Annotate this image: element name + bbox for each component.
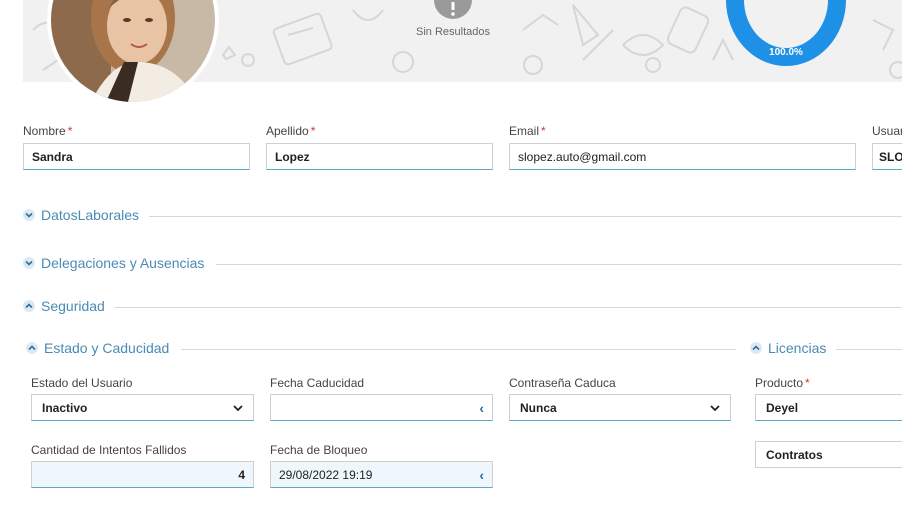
fecha-bloqueo-label: Fecha de Bloqueo — [270, 443, 368, 457]
divider — [836, 349, 902, 350]
chevron-up-icon — [23, 300, 35, 312]
apellido-label: Apellido * — [266, 124, 316, 138]
nombre-value: Sandra — [32, 149, 73, 164]
chevron-down-icon — [23, 257, 35, 269]
producto-label: Producto * — [755, 376, 810, 390]
apellido-input[interactable]: Lopez — [266, 143, 493, 170]
section-title: DatosLaborales — [41, 207, 140, 223]
section-title: Estado y Caducidad — [44, 340, 170, 356]
email-label: Email * — [509, 124, 546, 138]
producto-value: Deyel — [766, 400, 799, 415]
divider — [216, 264, 902, 265]
fecha-bloqueo-value: 29/08/2022 19:19 — [279, 467, 373, 482]
email-value: slopez.auto@gmail.com — [518, 149, 647, 164]
chevron-up-icon — [26, 342, 38, 354]
usuario-input[interactable]: SLO — [872, 143, 902, 170]
estado-usuario-select[interactable]: Inactivo — [31, 394, 254, 421]
producto-select[interactable]: Deyel — [755, 394, 902, 421]
section-title: Licencias — [768, 340, 827, 356]
no-results-icon — [434, 0, 472, 19]
contrasena-label: Contraseña Caduca — [509, 376, 616, 390]
fecha-bloqueo-input[interactable]: 29/08/2022 19:19 ‹ — [270, 461, 493, 488]
section-datos-laborales[interactable]: DatosLaborales — [23, 207, 139, 223]
divider — [149, 216, 902, 217]
divider — [181, 349, 736, 350]
section-estado-caducidad[interactable]: Estado y Caducidad — [26, 340, 169, 356]
contrasena-value: Nunca — [520, 400, 557, 415]
contratos-value: Contratos — [766, 447, 823, 462]
fecha-caducidad-input[interactable]: ‹ — [270, 394, 493, 421]
calendar-toggle-icon[interactable]: ‹ — [479, 400, 484, 416]
section-delegaciones[interactable]: Delegaciones y Ausencias — [23, 255, 204, 271]
progress-percent: 100.0% — [769, 47, 803, 58]
email-input[interactable]: slopez.auto@gmail.com — [509, 143, 856, 170]
nombre-label: Nombre * — [23, 124, 73, 138]
divider — [114, 307, 902, 308]
avatar-photo — [51, 0, 215, 102]
contrasena-select[interactable]: Nunca — [509, 394, 731, 421]
chevron-down-icon — [710, 404, 720, 411]
intentos-input[interactable]: 4 — [31, 461, 254, 488]
chevron-down-icon — [233, 404, 243, 411]
apellido-value: Lopez — [275, 149, 310, 164]
intentos-value: 4 — [238, 467, 245, 482]
section-title: Seguridad — [41, 298, 105, 314]
chevron-down-icon — [23, 209, 35, 221]
usuario-label: Usuar — [872, 124, 902, 138]
fecha-caducidad-label: Fecha Caducidad — [270, 376, 365, 390]
contratos-item[interactable]: Contratos — [755, 441, 902, 468]
section-title: Delegaciones y Ausencias — [41, 255, 205, 271]
estado-usuario-label: Estado del Usuario — [31, 376, 133, 390]
section-licencias[interactable]: Licencias — [750, 340, 826, 356]
chevron-up-icon — [750, 342, 762, 354]
usuario-value: SLO — [879, 149, 902, 164]
section-seguridad[interactable]: Seguridad — [23, 298, 105, 314]
calendar-toggle-icon[interactable]: ‹ — [479, 467, 484, 483]
nombre-input[interactable]: Sandra — [23, 143, 250, 170]
estado-usuario-value: Inactivo — [42, 400, 88, 415]
user-avatar[interactable] — [47, 0, 219, 106]
no-results-text: Sin Resultados — [416, 26, 490, 38]
intentos-label: Cantidad de Intentos Fallidos — [31, 443, 187, 457]
